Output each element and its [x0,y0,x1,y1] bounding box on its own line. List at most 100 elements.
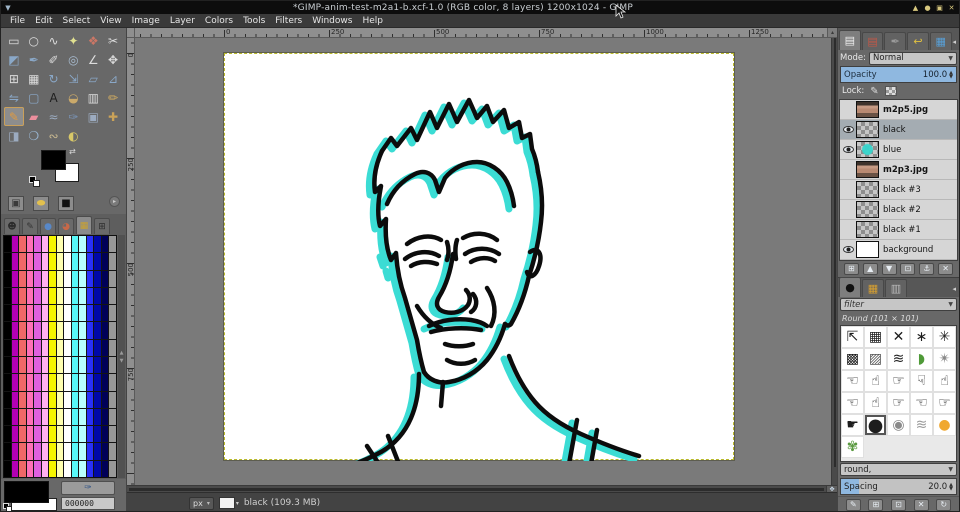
lower-layer-button[interactable]: ▼ [882,263,897,275]
lock-alpha-icon[interactable] [885,86,897,96]
active-pattern-indicator[interactable]: ⬬ [33,196,49,211]
visibility-eye-icon[interactable] [843,126,854,133]
iconify-button[interactable]: ● [923,4,932,12]
palette-swatch[interactable] [57,340,64,356]
palette-swatch[interactable] [34,357,41,373]
brush-item[interactable]: ▩ [841,348,864,370]
palette-swatch[interactable] [34,374,41,390]
palette-swatch[interactable] [27,374,34,390]
new-brush-button[interactable]: ⊞ [868,499,883,511]
palette-swatch[interactable] [64,392,71,408]
palette-swatch[interactable] [102,461,109,477]
palette-swatch[interactable] [12,271,19,287]
palette-swatch[interactable] [64,461,71,477]
palette-swatch[interactable] [34,236,41,252]
palette-swatch[interactable] [102,426,109,442]
palette-swatch[interactable] [87,305,94,321]
brush-item[interactable]: ✾ [841,436,864,458]
palette-swatch[interactable] [109,305,116,321]
brush-tag-select[interactable]: round,▼ [840,463,957,476]
palette-swatch[interactable] [79,340,86,356]
undo-history-tab[interactable]: ↩ [907,32,929,50]
palette-swatch[interactable] [94,461,101,477]
window-menu-icon[interactable]: ▼ [1,4,15,12]
palette-swatch[interactable] [34,271,41,287]
palette-swatch[interactable] [102,305,109,321]
palette-swatch[interactable] [102,288,109,304]
brush-item[interactable]: ✴ [933,348,956,370]
tool-heal[interactable]: ✚ [103,107,123,126]
palette-swatch[interactable] [64,443,71,459]
palette-swatch[interactable] [72,443,79,459]
mini-default-colors-icon[interactable] [3,503,12,512]
tool-clone[interactable]: ▣ [83,107,103,126]
zoom-fit-toggle-icon[interactable]: ▴ [827,28,837,37]
palette-swatch[interactable] [27,305,34,321]
palette-swatch[interactable] [109,357,116,373]
palette-swatch[interactable] [57,322,64,338]
palette-swatch[interactable] [49,236,56,252]
brush-item[interactable]: ◗ [910,348,933,370]
tool-paths[interactable]: ✒ [24,50,44,69]
palette-swatch[interactable] [19,322,26,338]
palette-swatch[interactable] [87,357,94,373]
ruler-corner[interactable] [127,28,135,37]
palette-swatch[interactable] [64,322,71,338]
palette-swatch[interactable] [72,288,79,304]
palette-swatch[interactable] [94,253,101,269]
palette-swatch[interactable] [102,443,109,459]
vertical-ruler[interactable]: 0250500750 [127,38,135,485]
palette-swatch[interactable] [12,461,19,477]
visibility-cell[interactable] [840,246,856,253]
menu-layer[interactable]: Layer [165,16,200,26]
palette-swatch[interactable] [34,305,41,321]
palette-swatch[interactable] [12,357,19,373]
palette-swatch[interactable] [87,426,94,442]
brush-item[interactable]: ∗ [910,326,933,348]
layer-mode-select[interactable]: Normal▼ [869,52,957,65]
brush-item[interactable]: ☞ [887,392,910,414]
palette-swatch[interactable] [19,236,26,252]
palette-swatch[interactable] [12,374,19,390]
palette-swatch[interactable] [64,426,71,442]
palette-swatch[interactable] [109,271,116,287]
colormap-tab[interactable]: ▦ [930,32,952,50]
delete-brush-button[interactable]: ✕ [914,499,929,511]
palette-swatch[interactable] [57,426,64,442]
palette-swatch[interactable] [12,409,19,425]
palette-swatch[interactable] [79,305,86,321]
palette-swatch[interactable] [12,253,19,269]
palette-swatch[interactable] [102,374,109,390]
palette-swatch[interactable] [79,461,86,477]
visibility-cell[interactable] [840,126,856,133]
palette-swatch[interactable] [57,253,64,269]
palette-swatch[interactable] [64,305,71,321]
palette-swatch[interactable] [79,426,86,442]
palette-swatch[interactable] [49,271,56,287]
tool-blend[interactable]: ▥ [83,88,103,107]
tab-patterns[interactable]: ● [40,218,56,234]
tool-crop[interactable]: ▦ [24,69,44,88]
palette-swatch[interactable] [79,253,86,269]
palette-swatch[interactable] [102,271,109,287]
palette-swatch[interactable] [19,253,26,269]
palette-swatch[interactable] [4,409,11,425]
palette-swatch[interactable] [34,288,41,304]
palette-swatch[interactable] [94,426,101,442]
palette-swatch[interactable] [27,271,34,287]
palette-swatch[interactable] [34,443,41,459]
image-canvas[interactable] [224,53,734,460]
palette-swatch[interactable] [19,426,26,442]
tool-airbrush[interactable]: ≈ [44,107,64,126]
palette-swatch[interactable] [49,322,56,338]
expand-indicator-icon[interactable]: ▸ [109,196,120,207]
palette-swatch[interactable] [4,392,11,408]
tool-scissors-select[interactable]: ✂ [103,31,123,50]
palette-swatch[interactable] [87,236,94,252]
palette-swatch[interactable] [34,322,41,338]
spacing-spinner[interactable]: ▲▼ [949,483,953,491]
palette-swatch[interactable] [49,409,56,425]
gradients-tab[interactable]: ▥ [885,279,907,297]
palette-swatch[interactable] [87,271,94,287]
palette-swatch[interactable] [94,322,101,338]
